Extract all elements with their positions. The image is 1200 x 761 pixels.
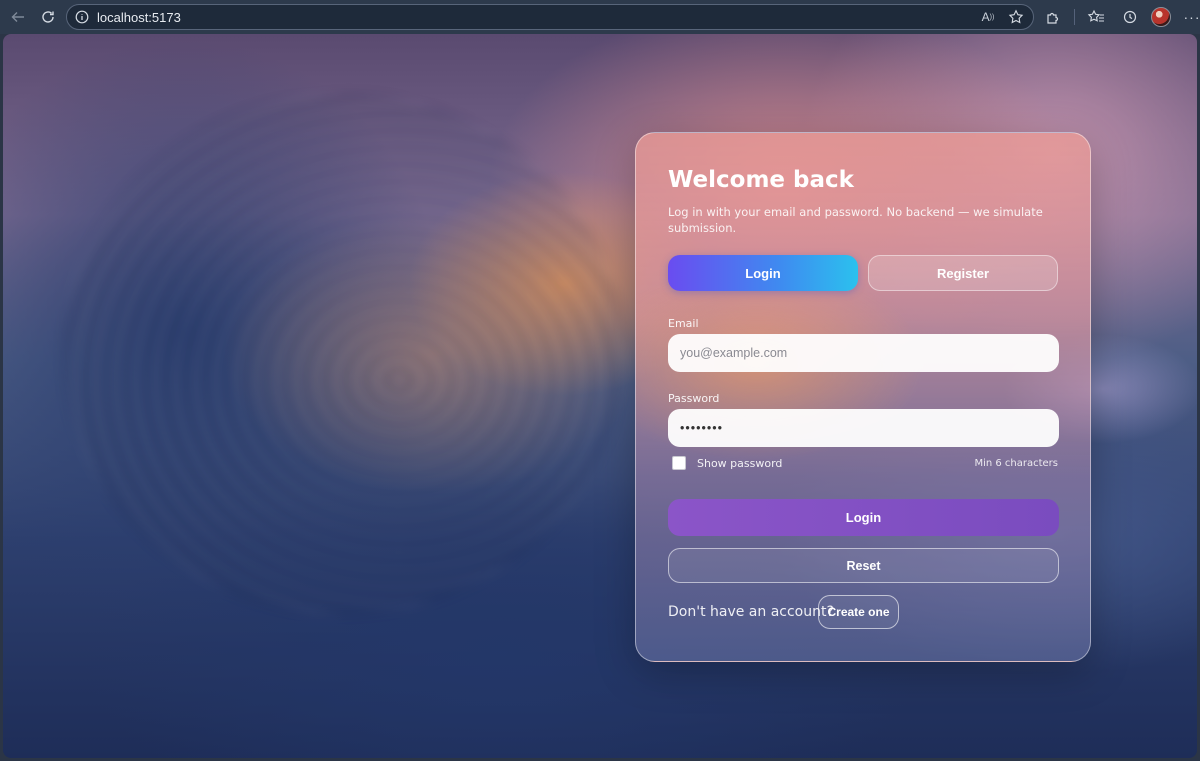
reset-button[interactable]: Reset [668, 548, 1059, 583]
email-label: Email [668, 317, 699, 330]
no-account-text: Don't have an account? [668, 604, 834, 620]
back-button[interactable] [6, 5, 30, 29]
toolbar-divider [1074, 9, 1075, 25]
history-icon[interactable] [1117, 5, 1143, 29]
info-icon [75, 10, 89, 24]
password-label: Password [668, 392, 720, 405]
more-menu-icon[interactable]: ··· [1179, 5, 1200, 29]
login-submit-button[interactable]: Login [668, 499, 1059, 536]
create-account-button[interactable]: Create one [818, 595, 899, 629]
extensions-icon[interactable] [1040, 5, 1066, 29]
tab-register[interactable]: Register [868, 255, 1058, 291]
show-password-label[interactable]: Show password [697, 457, 782, 470]
refresh-icon [42, 11, 54, 23]
password-hint: Min 6 characters [974, 458, 1058, 469]
page-viewport: Welcome back Log in with your email and … [3, 34, 1197, 758]
tab-login[interactable]: Login [668, 255, 858, 291]
profile-avatar[interactable] [1151, 7, 1171, 27]
refresh-button[interactable] [36, 5, 60, 29]
favorite-star-icon[interactable] [1007, 8, 1025, 26]
show-password-checkbox[interactable] [672, 456, 686, 470]
card-subtitle: Log in with your email and password. No … [668, 205, 1043, 235]
favorites-icon[interactable] [1083, 5, 1109, 29]
url-text[interactable]: localhost:5173 [97, 10, 181, 25]
arrow-left-icon [11, 12, 24, 22]
email-field[interactable] [668, 334, 1059, 372]
browser-toolbar: localhost:5173 A)) ··· [0, 0, 1200, 34]
card-title: Welcome back [668, 167, 854, 193]
background-wave [63, 94, 623, 614]
password-field[interactable] [668, 409, 1059, 447]
address-bar[interactable]: localhost:5173 A)) [66, 4, 1034, 30]
read-aloud-icon[interactable]: A)) [979, 8, 997, 26]
login-card: Welcome back Log in with your email and … [635, 132, 1091, 662]
